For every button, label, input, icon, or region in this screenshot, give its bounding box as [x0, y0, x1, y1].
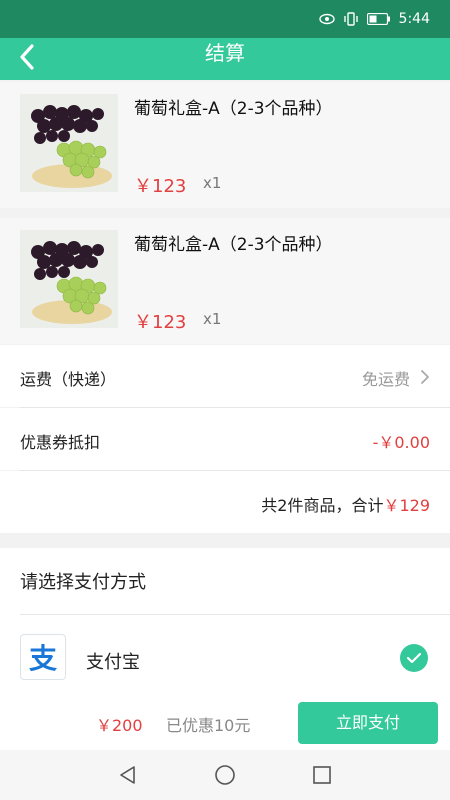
nav-recents-icon[interactable]: [312, 765, 332, 785]
product-name: 葡萄礼盒-A（2-3个品种）: [134, 99, 333, 119]
page-title: 结算: [205, 41, 245, 65]
product-name: 葡萄礼盒-A（2-3个品种）: [134, 235, 333, 255]
product-price: ￥123: [134, 176, 187, 197]
payment-title: 请选择支付方式: [20, 572, 146, 593]
shipping-row[interactable]: 运费（快递） 免运费: [0, 345, 450, 407]
total-amount: ￥200: [96, 716, 143, 735]
payment-method-name[interactable]: 支付宝: [86, 648, 140, 674]
shipping-label: 运费（快递）: [20, 370, 117, 389]
alipay-logo: 支: [20, 634, 66, 680]
status-time: 5:44: [398, 11, 430, 27]
nav-home-icon[interactable]: [214, 764, 236, 786]
summary-text: 共2件商品，合计: [261, 496, 384, 515]
summary-amount: ￥129: [383, 496, 430, 515]
battery-icon: [366, 13, 391, 25]
nav-back-icon[interactable]: [118, 765, 138, 785]
eye-icon: [318, 13, 335, 25]
pay-now-button[interactable]: 立即支付: [298, 702, 438, 744]
app-header: 结算: [0, 38, 450, 80]
coupon-value: -￥0.00: [372, 433, 430, 452]
system-nav-bar: [0, 750, 450, 800]
status-bar: 5:44: [0, 0, 450, 38]
discount-text: 已优惠10元: [166, 716, 251, 735]
product-quantity: x1: [203, 310, 222, 328]
product-item[interactable]: 葡萄礼盒-A（2-3个品种） ￥123 x1: [0, 82, 450, 208]
shipping-value: 免运费: [361, 370, 410, 389]
payment-section: 请选择支付方式 支 支付宝: [0, 548, 450, 696]
chevron-right-icon: [421, 370, 429, 384]
product-quantity: x1: [203, 174, 222, 192]
checkout-bar: ￥200 已优惠10元 立即支付: [0, 696, 450, 750]
divider: [20, 614, 450, 615]
vibrate-icon: [343, 12, 359, 26]
check-icon[interactable]: [400, 644, 428, 672]
product-price: ￥123: [134, 312, 187, 333]
product-item[interactable]: 葡萄礼盒-A（2-3个品种） ￥123 x1: [0, 218, 450, 344]
product-image: [20, 94, 118, 192]
coupon-row[interactable]: 优惠券抵扣 -￥0.00: [0, 408, 450, 470]
product-image: [20, 230, 118, 328]
coupon-label: 优惠券抵扣: [20, 433, 101, 452]
summary-row: 共2件商品，合计￥129: [0, 471, 450, 533]
